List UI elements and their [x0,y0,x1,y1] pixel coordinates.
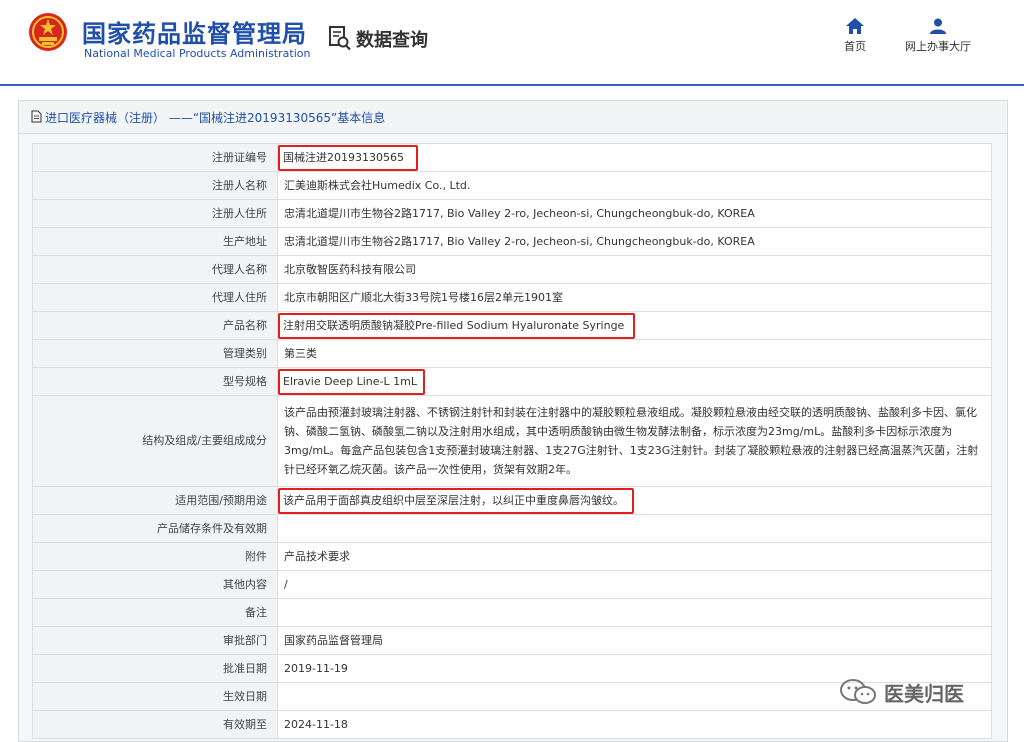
home-icon [846,18,864,34]
table-row: 管理类别 第三类 [32,339,992,368]
row-label: 有效期至 [32,710,278,739]
row-value [277,514,992,543]
highlighted-value: Elravie Deep Line-L 1mL [278,368,425,395]
nav-service-hall[interactable]: 网上办事大厅 [896,18,980,54]
row-label: 结构及组成/主要组成成分 [32,395,278,487]
row-label: 其他内容 [32,570,278,599]
emblem-icon [29,13,67,51]
row-label: 代理人名称 [32,255,278,284]
row-value [277,598,992,627]
site-header: 国家药品监督管理局 National Medical Products Admi… [0,0,1024,86]
row-label: 型号规格 [32,367,278,396]
highlighted-value: 注射用交联透明质酸钠凝胶Pre-filled Sodium Hyaluronat… [277,312,636,339]
watermark-text: 医美归医 [884,681,964,706]
table-row: 有效期至 2024-11-18 [32,710,992,739]
row-value: 忠清北道堤川市生物谷2路1717, Bio Valley 2-ro, Jeche… [277,199,992,228]
row-label: 注册人名称 [32,171,278,200]
highlighted-value: 国械注进20193130565 [278,144,418,171]
watermark: 医美归医 [838,676,964,708]
row-value: 注射用交联透明质酸钠凝胶Pre-filled Sodium Hyaluronat… [277,311,992,340]
row-label: 管理类别 [32,339,278,368]
row-value: 北京市朝阳区广顺北大街33号院1号楼16层2单元1901室 [277,283,992,312]
document-icon [31,110,42,123]
data-query-title[interactable]: 数据查询 [356,26,428,52]
table-row: 注册证编号 国械注进20193130565 [32,143,992,172]
row-label: 批准日期 [32,654,278,683]
brand-title-cn: 国家药品监督管理局 [82,20,307,48]
table-row: 注册人名称 汇美迪斯株式会社Humedix Co., Ltd. [32,171,992,200]
detail-panel: 进口医疗器械（注册） ——“国械注进20193130565”基本信息 注册证编号… [18,100,1008,742]
row-label: 附件 [32,542,278,571]
row-value: 忠清北道堤川市生物谷2路1717, Bio Valley 2-ro, Jeche… [277,227,992,256]
table-row: 代理人名称 北京敬智医药科技有限公司 [32,255,992,284]
table-row: 其他内容 / [32,570,992,599]
table-row: 审批部门 国家药品监督管理局 [32,626,992,655]
row-label: 审批部门 [32,626,278,655]
wechat-icon [840,679,876,704]
row-value: 汇美迪斯株式会社Humedix Co., Ltd. [277,171,992,200]
row-label: 备注 [32,598,278,627]
row-value: 北京敬智医药科技有限公司 [277,255,992,284]
row-value: 国家药品监督管理局 [277,626,992,655]
header-divider [0,84,1024,86]
table-row: 型号规格 Elravie Deep Line-L 1mL [32,367,992,396]
row-value: 该产品用于面部真皮组织中层至深层注射，以纠正中重度鼻唇沟皱纹。 [277,486,992,515]
document-search-icon [329,26,351,51]
table-row: 生产地址 忠清北道堤川市生物谷2路1717, Bio Valley 2-ro, … [32,227,992,256]
table-row: 备注 [32,598,992,627]
table-row: 适用范围/预期用途 该产品用于面部真皮组织中层至深层注射，以纠正中重度鼻唇沟皱纹… [32,486,992,515]
row-value: / [277,570,992,599]
table-row: 产品名称 注射用交联透明质酸钠凝胶Pre-filled Sodium Hyalu… [32,311,992,340]
nav-home[interactable]: 首页 [838,18,872,54]
row-value: 该产品由预灌封玻璃注射器、不锈钢注射针和封装在注射器中的凝胶颗粒悬液组成。凝胶颗… [277,395,992,487]
table-row: 代理人住所 北京市朝阳区广顺北大街33号院1号楼16层2单元1901室 [32,283,992,312]
table-row: 产品储存条件及有效期 [32,514,992,543]
nav-home-label: 首页 [844,40,866,53]
row-value: 国械注进20193130565 [277,143,992,172]
row-value: 2024-11-18 [277,710,992,739]
info-table: 注册证编号 国械注进20193130565 注册人名称 汇美迪斯株式会社Hume… [32,143,992,739]
row-label: 生产地址 [32,227,278,256]
table-row: 附件 产品技术要求 [32,542,992,571]
table-row: 注册人住所 忠清北道堤川市生物谷2路1717, Bio Valley 2-ro,… [32,199,992,228]
row-value: 第三类 [277,339,992,368]
row-label: 生效日期 [32,682,278,711]
row-label: 注册人住所 [32,199,278,228]
brand-title-en: National Medical Products Administration [84,47,311,60]
table-row: 结构及组成/主要组成成分 该产品由预灌封玻璃注射器、不锈钢注射针和封装在注射器中… [32,395,992,487]
nav-service-hall-label: 网上办事大厅 [905,40,971,53]
panel-title-bar: 进口医疗器械（注册） ——“国械注进20193130565”基本信息 [19,101,1007,134]
row-label: 注册证编号 [32,143,278,172]
row-value: 产品技术要求 [277,542,992,571]
highlighted-value: 该产品用于面部真皮组织中层至深层注射，以纠正中重度鼻唇沟皱纹。 [278,487,634,514]
row-label: 适用范围/预期用途 [32,486,278,515]
row-label: 产品名称 [32,311,278,340]
user-icon [930,18,946,34]
row-label: 产品储存条件及有效期 [32,514,278,543]
row-value: Elravie Deep Line-L 1mL [277,367,992,396]
panel-title: 进口医疗器械（注册） ——“国械注进20193130565”基本信息 [45,111,386,125]
row-label: 代理人住所 [32,283,278,312]
